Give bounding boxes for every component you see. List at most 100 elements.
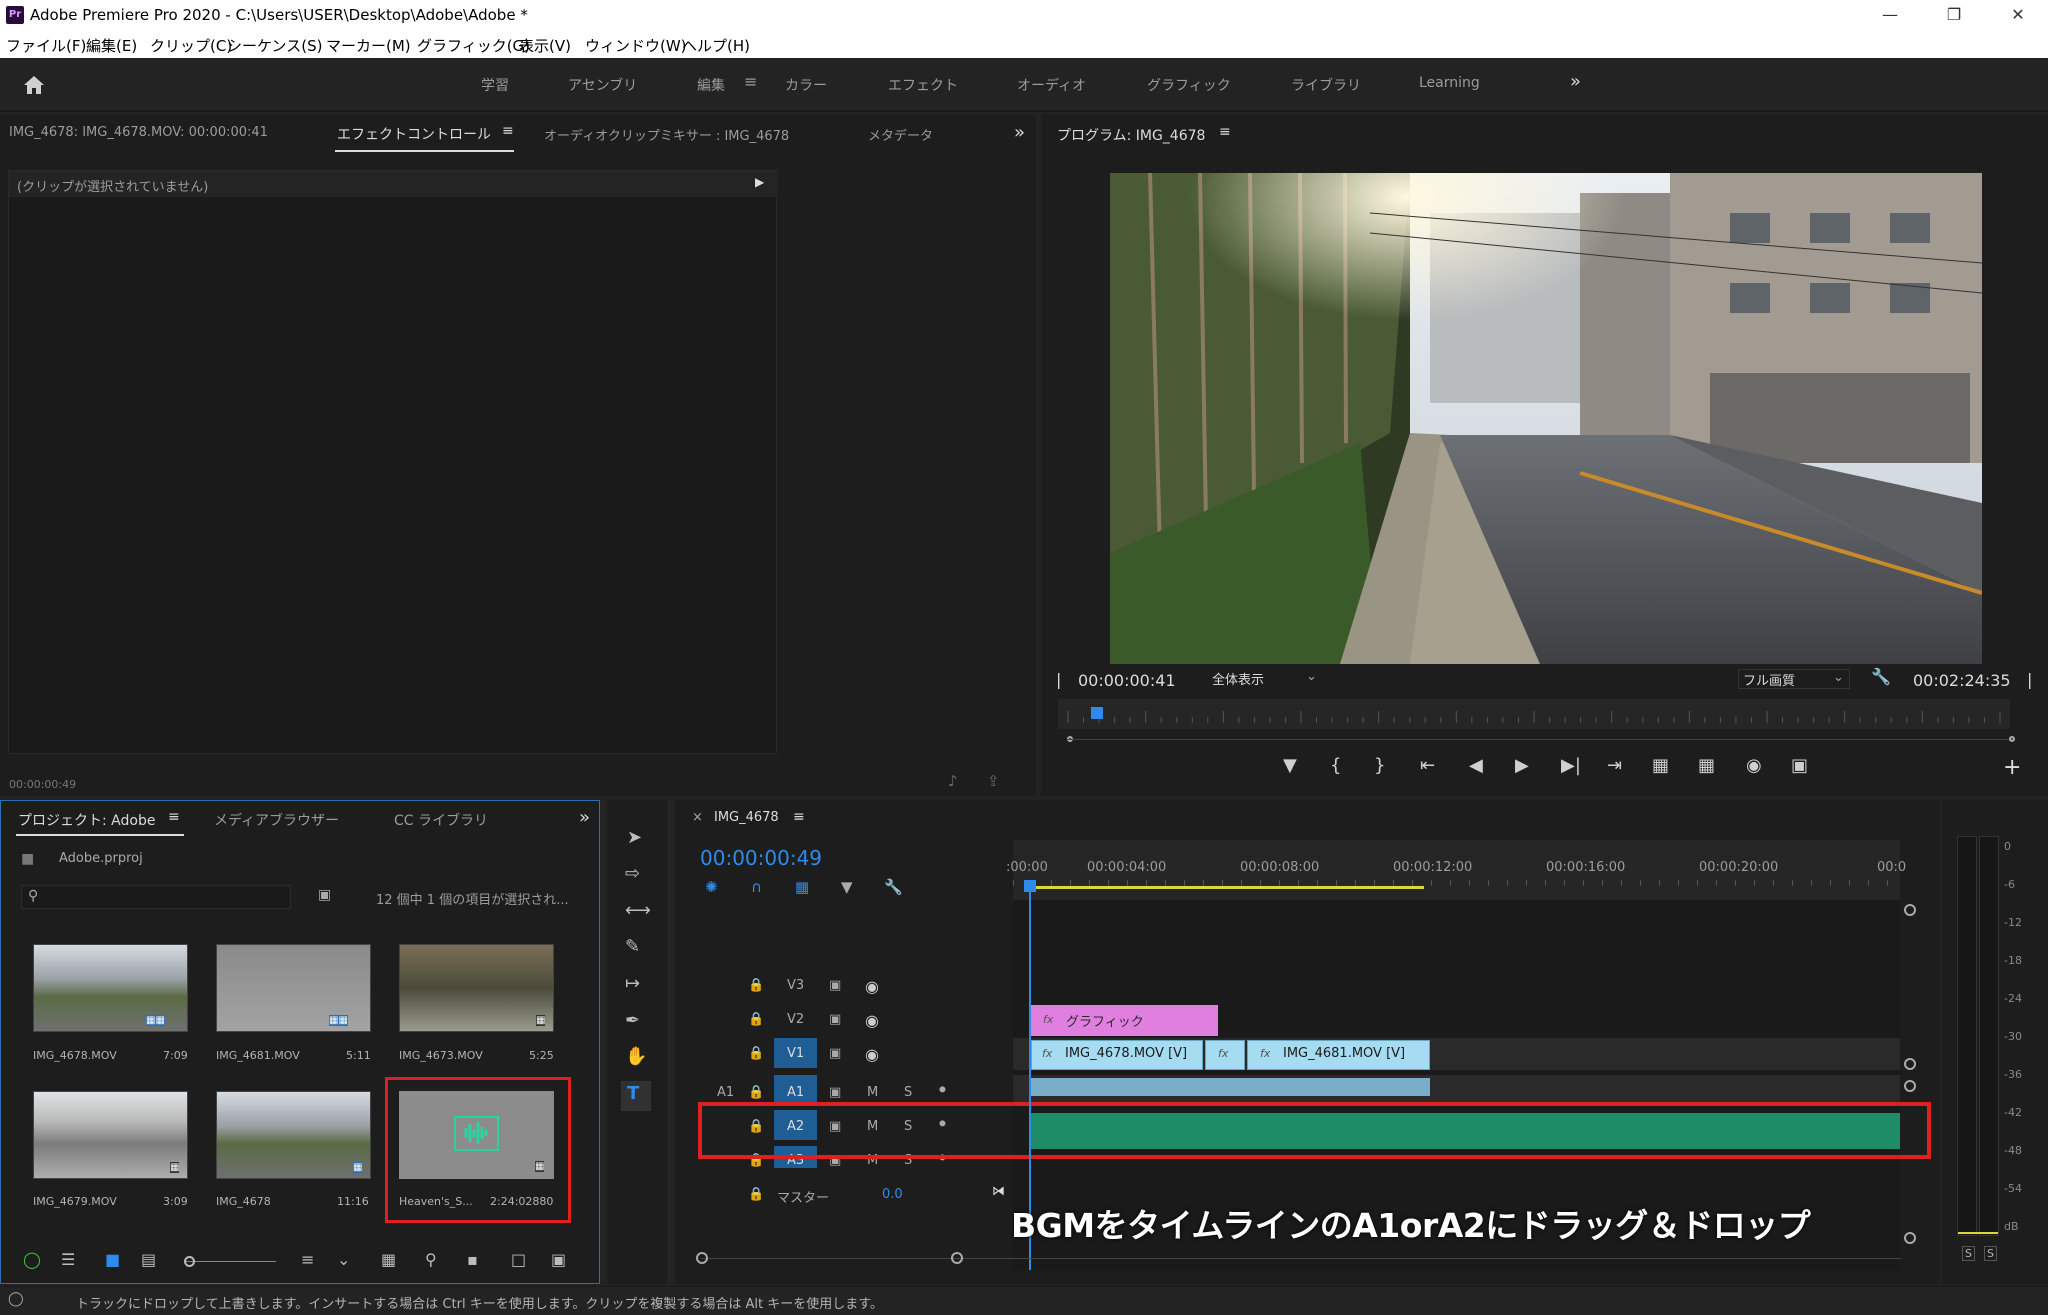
workspace-audio[interactable]: オーディオ (1017, 75, 1086, 95)
close-sequence-icon[interactable]: × (692, 810, 703, 825)
quality-select[interactable]: フル画質 ⌄ (1738, 669, 1850, 689)
add-marker-icon[interactable]: ▼ (841, 878, 853, 896)
source-patch-a1[interactable]: A1 (717, 1085, 734, 1100)
lock-icon[interactable]: 🔒 (748, 1085, 764, 1100)
hand-tool-icon[interactable]: ✋ (625, 1046, 647, 1067)
workspace-learn[interactable]: 学習 (481, 75, 509, 95)
track-label-a1[interactable]: A1 (787, 1085, 804, 1100)
ripple-edit-tool-icon[interactable]: ⟷ (625, 900, 651, 921)
film-icon[interactable]: ▣ (829, 978, 841, 993)
more-workspaces-icon[interactable]: » (1570, 71, 1581, 92)
zoom-slider-handle[interactable] (184, 1256, 195, 1267)
zoom-select[interactable]: 全体表示 ⌄ (1212, 669, 1322, 689)
zoom-slider[interactable] (186, 1261, 276, 1262)
video-scroll-handle-top[interactable] (1904, 904, 1916, 916)
zoom-handle-right[interactable] (951, 1252, 963, 1264)
panel-overflow-icon[interactable]: » (579, 807, 590, 828)
go-to-out-icon[interactable]: ⇥ (1607, 755, 1622, 776)
zoom-handle-right[interactable] (2009, 736, 2015, 742)
export-icon[interactable]: ⇪ (987, 772, 1000, 790)
restore-icon[interactable]: ❐ (1924, 0, 1984, 30)
graphic-clip[interactable]: fx グラフィック (1031, 1005, 1218, 1036)
mark-out-icon[interactable]: } (1374, 755, 1385, 776)
menu-file[interactable]: ファイル(F) (6, 35, 86, 56)
tab-source[interactable]: IMG_4678: IMG_4678.MOV: 00:00:00:41 (9, 125, 268, 140)
workspace-assembly[interactable]: アセンブリ (568, 75, 637, 95)
step-back-icon[interactable]: ◀ (1469, 755, 1483, 776)
effect-controls-menu-icon[interactable]: ≡ (502, 123, 514, 139)
program-playhead[interactable] (1091, 707, 1104, 719)
workspace-color[interactable]: カラー (785, 75, 827, 95)
film-icon[interactable]: ▣ (829, 1085, 841, 1100)
workspace-effects[interactable]: エフェクト (888, 75, 958, 95)
menu-graphic[interactable]: グラフィック(G) (417, 35, 530, 56)
microphone-icon[interactable]: ⚫ (937, 1083, 948, 1098)
linked-selection-icon[interactable]: ▦ (795, 878, 809, 896)
time-ruler[interactable]: :00:00 00:00:04:00 00:00:08:00 00:00:12:… (1006, 840, 1906, 900)
step-forward-icon[interactable]: ▶| (1561, 755, 1581, 776)
menu-view[interactable]: 表示(V) (519, 35, 571, 56)
find-bin-icon[interactable]: ▣ (318, 887, 331, 903)
audio-scroll-handle-top[interactable] (1904, 1080, 1916, 1092)
close-icon[interactable]: ✕ (1988, 0, 2048, 30)
menu-help[interactable]: ヘルプ(H) (682, 35, 750, 56)
thumbnail-img-4681[interactable]: ▦▦ (216, 944, 371, 1032)
workspace-libraries[interactable]: ライブラリ (1291, 75, 1361, 95)
wrench-icon[interactable]: 🔧 (1871, 667, 1891, 686)
sequence-menu-icon[interactable]: ≡ (793, 809, 805, 825)
type-tool[interactable]: T (621, 1081, 651, 1111)
panel-overflow-icon[interactable]: » (1014, 122, 1025, 143)
film-icon[interactable]: ▣ (829, 1012, 841, 1027)
thumbnail-img-4679[interactable]: ▦ (33, 1091, 188, 1179)
eye-icon[interactable]: ◉ (865, 977, 879, 996)
tab-metadata[interactable]: メタデータ (868, 125, 933, 144)
tab-cc-libraries[interactable]: CC ライブラリ (394, 810, 488, 830)
lift-icon[interactable]: ▦ (1652, 755, 1669, 776)
v1-clip-img4678[interactable]: fx IMG_4678.MOV [V] (1031, 1040, 1203, 1070)
search-input[interactable]: ⚲ (21, 885, 291, 909)
menu-clip[interactable]: クリップ(C) (150, 35, 232, 56)
list-view-icon[interactable]: ☰ (61, 1250, 75, 1269)
film-icon[interactable]: ▣ (829, 1046, 841, 1061)
find-icon[interactable]: ⚲ (425, 1250, 437, 1269)
trash-icon[interactable]: ▣ (551, 1250, 566, 1269)
zoom-handle-left[interactable] (696, 1252, 708, 1264)
lock-icon[interactable]: 🔒 (748, 1046, 764, 1061)
timeline-settings-icon[interactable]: 🔧 (884, 878, 903, 896)
pen-tool-icon[interactable]: ✒ (625, 1010, 640, 1031)
minimize-icon[interactable]: — (1860, 0, 1920, 30)
go-to-in-icon[interactable]: ⇤ (1420, 755, 1435, 776)
v1-clip-img4681[interactable]: fx IMG_4681.MOV [V] (1247, 1040, 1430, 1070)
camera-icon[interactable]: ◉ (1746, 755, 1762, 776)
master-volume[interactable]: 0.0 (882, 1187, 903, 1202)
thumbnail-heavens-audio[interactable]: ▦ (399, 1091, 554, 1179)
workspace-learning[interactable]: Learning (1419, 75, 1480, 91)
new-bin-icon[interactable]: ▪ (467, 1250, 478, 1269)
sequence-tab[interactable]: IMG_4678 (714, 810, 779, 825)
snap-icon[interactable]: ∩ (751, 878, 762, 896)
sort-icon[interactable]: ≡ (301, 1250, 314, 1269)
selection-tool-icon[interactable]: ➤ (627, 827, 642, 848)
program-menu-icon[interactable]: ≡ (1219, 124, 1231, 140)
menu-edit[interactable]: 編集(E) (86, 35, 137, 56)
chevron-down-icon[interactable]: ⌄ (337, 1250, 350, 1269)
solo-button[interactable]: S (904, 1085, 912, 1100)
expand-icon[interactable]: ▶ (755, 175, 764, 189)
home-icon[interactable] (22, 74, 46, 100)
extract-icon[interactable]: ▦ (1698, 755, 1715, 776)
workspace-graphics[interactable]: グラフィック (1147, 75, 1231, 95)
mute-button[interactable]: M (867, 1085, 878, 1100)
track-label-v2[interactable]: V2 (787, 1012, 804, 1027)
eye-icon[interactable]: ◉ (865, 1011, 879, 1030)
new-item-icon[interactable]: □ (511, 1250, 526, 1269)
audio-loop-icon[interactable]: ♪ (948, 772, 958, 790)
tab-media-browser[interactable]: メディアブラウザー (214, 810, 339, 830)
nest-icon[interactable]: ✺ (705, 878, 718, 896)
mark-in-icon[interactable]: { (1330, 755, 1341, 776)
lock-icon[interactable]: 🔒 (748, 1187, 764, 1202)
lock-icon[interactable]: 🔒 (748, 1012, 764, 1027)
thumbnail-img-4678[interactable]: ▦▦ (33, 944, 188, 1032)
track-label-v1[interactable]: V1 (787, 1046, 804, 1061)
menu-sequence[interactable]: シーケンス(S) (227, 35, 322, 56)
workspace-edit[interactable]: 編集 (697, 75, 725, 95)
